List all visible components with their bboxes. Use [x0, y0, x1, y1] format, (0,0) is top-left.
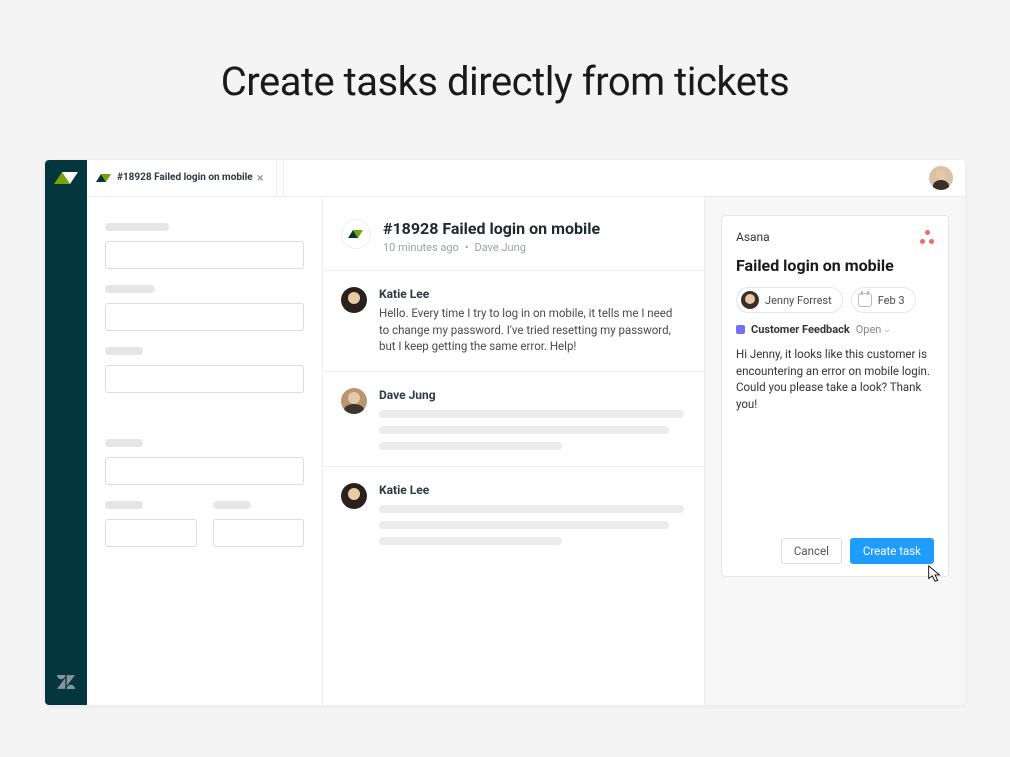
project-row[interactable]: Customer Feedback Open ⌄	[736, 323, 934, 336]
ticket-header: #18928 Failed login on mobile 10 minutes…	[323, 197, 704, 270]
apps-side-pane: Asana Failed login on mobile Jenny Forre…	[705, 197, 965, 705]
top-bar-right	[283, 160, 965, 196]
assignee-avatar	[741, 291, 759, 309]
message-author: Katie Lee	[379, 287, 684, 301]
ticket-icon	[97, 172, 111, 184]
avatar	[341, 287, 367, 313]
placeholder-input[interactable]	[105, 241, 304, 269]
placeholder-line	[379, 537, 562, 545]
chevron-down-icon: ⌄	[883, 325, 891, 335]
placeholder-input[interactable]	[105, 303, 304, 331]
placeholder-input[interactable]	[213, 519, 305, 547]
conversation-pane: #18928 Failed login on mobile 10 minutes…	[323, 197, 705, 705]
page-heading: Create tasks directly from tickets	[0, 0, 1010, 145]
create-task-button[interactable]: Create task	[850, 538, 934, 564]
placeholder-label	[105, 439, 143, 447]
due-date-field[interactable]: Feb 3	[851, 287, 916, 313]
ticket-subtitle: 10 minutes ago•Dave Jung	[383, 241, 600, 254]
asana-card: Asana Failed login on mobile Jenny Forre…	[721, 215, 949, 577]
ticket-tab[interactable]: #18928 Failed login on mobile ×	[87, 160, 277, 196]
placeholder-line	[379, 410, 684, 418]
assignee-name: Jenny Forrest	[765, 294, 832, 307]
ticket-header-icon	[341, 219, 371, 249]
message: Katie Lee Hello. Every time I try to log…	[323, 270, 704, 371]
message-author: Dave Jung	[379, 388, 684, 402]
project-color-chip	[736, 325, 745, 334]
ticket-title: #18928 Failed login on mobile	[383, 219, 600, 238]
product-logo-icon[interactable]	[56, 170, 76, 186]
message-author: Katie Lee	[379, 483, 684, 497]
ticket-author: Dave Jung	[475, 241, 526, 254]
placeholder-label	[105, 347, 143, 355]
placeholder-line	[379, 505, 684, 513]
ticket-time: 10 minutes ago	[383, 241, 459, 254]
zendesk-logo-icon[interactable]	[57, 675, 75, 689]
cancel-button[interactable]: Cancel	[781, 538, 842, 564]
app-frame: #18928 Failed login on mobile ×	[45, 160, 965, 705]
asana-label: Asana	[736, 230, 770, 244]
message: Katie Lee	[323, 466, 704, 561]
calendar-icon	[858, 293, 872, 307]
message-text: Hello. Every time I try to log in on mob…	[379, 305, 684, 355]
close-tab-icon[interactable]: ×	[253, 171, 268, 186]
placeholder-input[interactable]	[105, 457, 304, 485]
placeholder-line	[379, 426, 669, 434]
placeholder-label	[213, 501, 251, 509]
tab-title: #18928 Failed login on mobile	[117, 172, 253, 184]
project-status-dropdown[interactable]: Open ⌄	[856, 323, 891, 336]
placeholder-line	[379, 442, 562, 450]
body-row: #18928 Failed login on mobile 10 minutes…	[87, 196, 965, 705]
due-date-text: Feb 3	[878, 294, 905, 307]
project-name: Customer Feedback	[751, 323, 850, 336]
placeholder-label	[105, 501, 143, 509]
asana-logo-icon	[920, 230, 934, 244]
ticket-icon	[349, 228, 363, 240]
ticket-properties-pane	[87, 197, 323, 705]
placeholder-input[interactable]	[105, 519, 197, 547]
cursor-icon	[926, 564, 944, 584]
main-area: #18928 Failed login on mobile ×	[87, 160, 965, 705]
placeholder-label	[105, 285, 155, 293]
avatar	[341, 483, 367, 509]
left-rail	[45, 160, 87, 705]
message: Dave Jung	[323, 371, 704, 466]
placeholder-line	[379, 521, 669, 529]
task-description[interactable]: Hi Jenny, it looks like this customer is…	[736, 346, 934, 413]
avatar	[341, 388, 367, 414]
current-user-avatar[interactable]	[929, 166, 953, 190]
placeholder-label	[105, 223, 169, 231]
placeholder-input[interactable]	[105, 365, 304, 393]
assignee-field[interactable]: Jenny Forrest	[736, 287, 843, 313]
task-title[interactable]: Failed login on mobile	[736, 256, 934, 275]
top-bar: #18928 Failed login on mobile ×	[87, 160, 965, 196]
